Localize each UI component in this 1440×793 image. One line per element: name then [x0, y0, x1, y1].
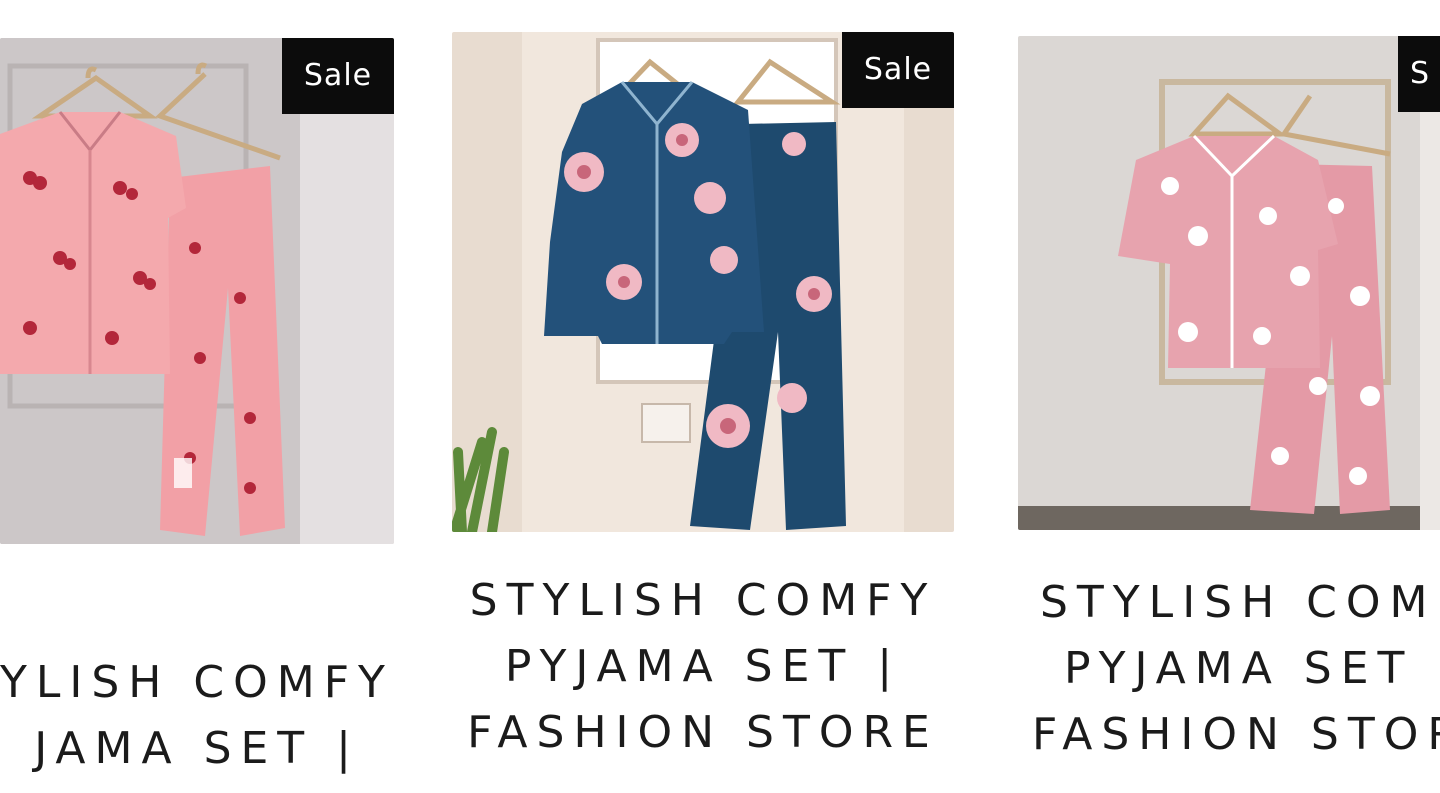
sale-badge: S — [1398, 36, 1440, 112]
product-title-line: YLISH COMFY — [0, 657, 394, 708]
sale-badge: Sale — [842, 32, 954, 108]
product-title[interactable]: YLISH COMFY JAMA SET | — [0, 650, 394, 782]
product-card[interactable]: Sale STYLISH COMFY PYJAMA SET | FASHION … — [452, 0, 962, 793]
product-image[interactable]: Sale — [0, 38, 394, 544]
product-card[interactable]: S STYLISH COMF PYJAMA SET FASHION STOR — [1018, 0, 1440, 793]
sale-badge: Sale — [282, 38, 394, 114]
product-title-line: STYLISH COMFY — [469, 575, 937, 626]
product-title-line: PYJAMA SET — [1064, 643, 1414, 694]
product-grid: Sale YLISH COMFY JAMA SET | Sale STYLISH… — [0, 0, 1440, 793]
product-image[interactable]: Sale — [452, 32, 954, 532]
product-image[interactable]: S — [1018, 36, 1440, 530]
product-title-line: STYLISH COMF — [1040, 577, 1440, 628]
product-card[interactable]: Sale YLISH COMFY JAMA SET | — [0, 0, 420, 793]
pyjama-photo-pink-heart — [1018, 36, 1440, 530]
product-title[interactable]: STYLISH COMFY PYJAMA SET | FASHION STORE — [452, 568, 954, 766]
product-title-line: FASHION STORE — [467, 707, 939, 758]
product-title-line: JAMA SET | — [34, 723, 360, 774]
product-title-line: FASHION STOR — [1032, 709, 1440, 760]
product-title[interactable]: STYLISH COMF PYJAMA SET FASHION STOR — [1032, 570, 1440, 768]
product-title-line: PYJAMA SET | — [504, 641, 902, 692]
